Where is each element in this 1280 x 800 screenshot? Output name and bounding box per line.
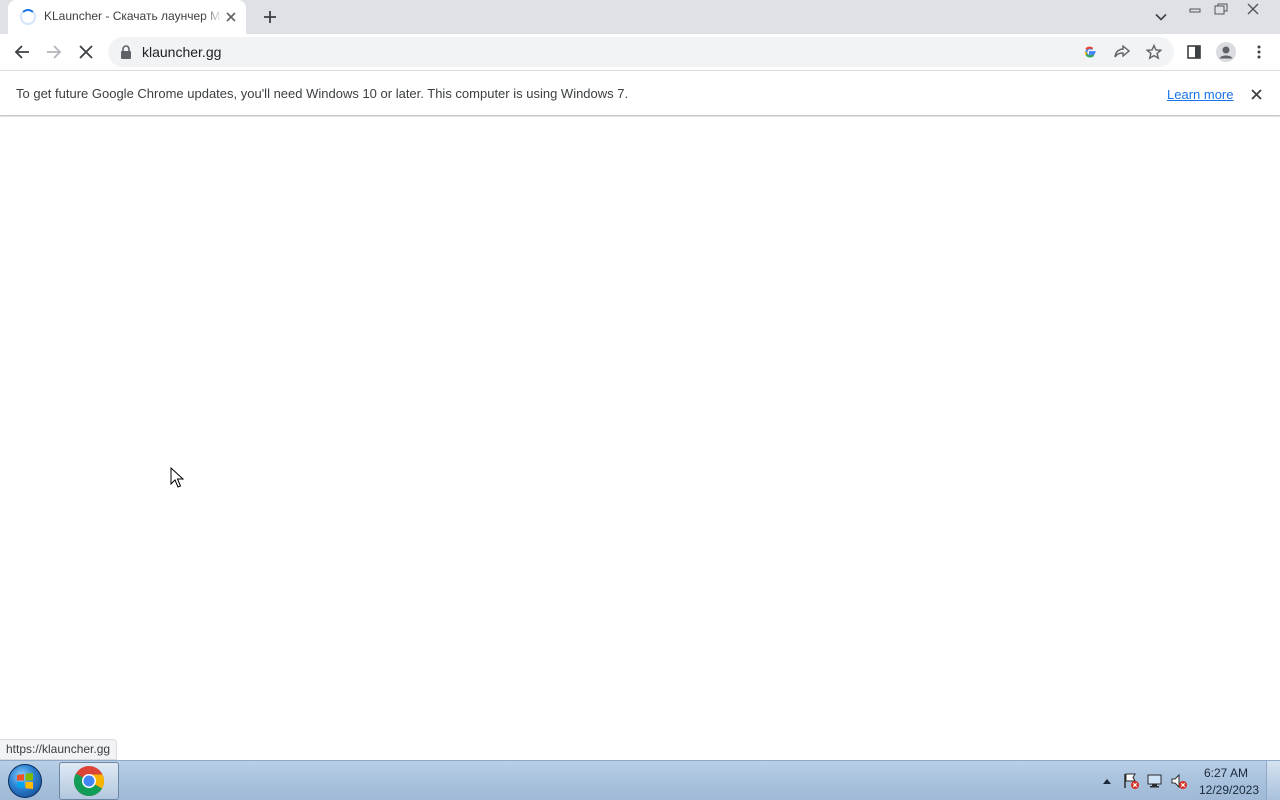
- screen: KLauncher - Скачать лаунчер Майнкрафт: [0, 0, 1280, 800]
- kebab-menu-icon: [1257, 45, 1261, 59]
- mouse-cursor-icon: [170, 467, 184, 488]
- show-desktop-button[interactable]: [1266, 761, 1280, 800]
- google-g-icon: [1084, 46, 1096, 58]
- tab-title-fade: [204, 6, 222, 28]
- plus-icon: [264, 11, 276, 23]
- restore-icon: [1214, 3, 1228, 15]
- side-panel-icon: [1187, 45, 1201, 59]
- window-close-button[interactable]: [1242, 0, 1264, 18]
- volume-tray-icon[interactable]: [1169, 771, 1189, 791]
- share-button[interactable]: [1111, 41, 1133, 63]
- lock-icon[interactable]: [120, 45, 132, 59]
- profile-button[interactable]: [1212, 38, 1240, 66]
- chevron-down-icon: [1155, 13, 1167, 21]
- arrow-left-icon: [14, 45, 29, 59]
- back-button[interactable]: [8, 38, 36, 66]
- google-translate-icon[interactable]: [1079, 41, 1101, 63]
- status-bubble: https://klauncher.gg: [0, 739, 118, 760]
- tray-overflow-button[interactable]: [1097, 771, 1117, 791]
- avatar-icon: [1216, 42, 1236, 62]
- forward-button[interactable]: [40, 38, 68, 66]
- flag-alert-icon: [1124, 773, 1139, 789]
- windows-logo-icon: [8, 764, 42, 798]
- close-icon: [226, 12, 236, 22]
- update-infobar: To get future Google Chrome updates, you…: [0, 70, 1280, 116]
- infobar-close-button[interactable]: [1246, 84, 1266, 104]
- tab-search-button[interactable]: [1150, 6, 1172, 28]
- close-icon: [1247, 3, 1259, 15]
- tab-strip: KLauncher - Скачать лаунчер Майнкрафт: [0, 0, 1280, 34]
- minimize-icon: [1189, 8, 1201, 13]
- arrow-right-icon: [47, 45, 62, 59]
- chrome-icon: [73, 766, 104, 797]
- clock-date[interactable]: 12/29/2023: [1196, 783, 1262, 797]
- tab-active[interactable]: KLauncher - Скачать лаунчер Майнкрафт: [8, 0, 246, 34]
- bookmark-button[interactable]: [1143, 41, 1165, 63]
- action-center-tray-icon[interactable]: [1121, 771, 1141, 791]
- chevron-up-icon: [1103, 779, 1111, 784]
- url-text[interactable]: klauncher.gg: [142, 44, 221, 60]
- network-tray-icon[interactable]: [1145, 771, 1165, 791]
- browser-toolbar: klauncher.gg: [0, 34, 1280, 70]
- new-tab-button[interactable]: [258, 5, 282, 29]
- tab-title: KLauncher - Скачать лаунчер Майнкрафт: [44, 9, 222, 23]
- taskbar-chrome-button[interactable]: [59, 762, 119, 800]
- network-icon: [1147, 774, 1162, 788]
- close-icon: [1250, 88, 1262, 100]
- stop-icon: [79, 45, 93, 59]
- clock-time[interactable]: 6:27 AM: [1196, 766, 1256, 780]
- side-panel-button[interactable]: [1180, 38, 1208, 66]
- learn-more-link[interactable]: Learn more: [1167, 87, 1233, 102]
- share-icon: [1114, 45, 1130, 58]
- page-content: [0, 117, 1280, 760]
- speaker-muted-icon: [1171, 773, 1187, 789]
- window-minimize-button[interactable]: [1184, 0, 1206, 18]
- infobar-message: To get future Google Chrome updates, you…: [16, 86, 629, 101]
- tab-close-button[interactable]: [222, 8, 240, 26]
- window-restore-button[interactable]: [1210, 0, 1232, 18]
- loading-spinner-icon: [20, 9, 36, 25]
- menu-button[interactable]: [1245, 38, 1273, 66]
- start-button[interactable]: [4, 762, 46, 800]
- windows-taskbar: 6:27 AM 12/29/2023: [0, 760, 1280, 800]
- star-icon: [1146, 44, 1162, 60]
- address-bar[interactable]: klauncher.gg: [108, 37, 1174, 67]
- stop-loading-button[interactable]: [72, 38, 100, 66]
